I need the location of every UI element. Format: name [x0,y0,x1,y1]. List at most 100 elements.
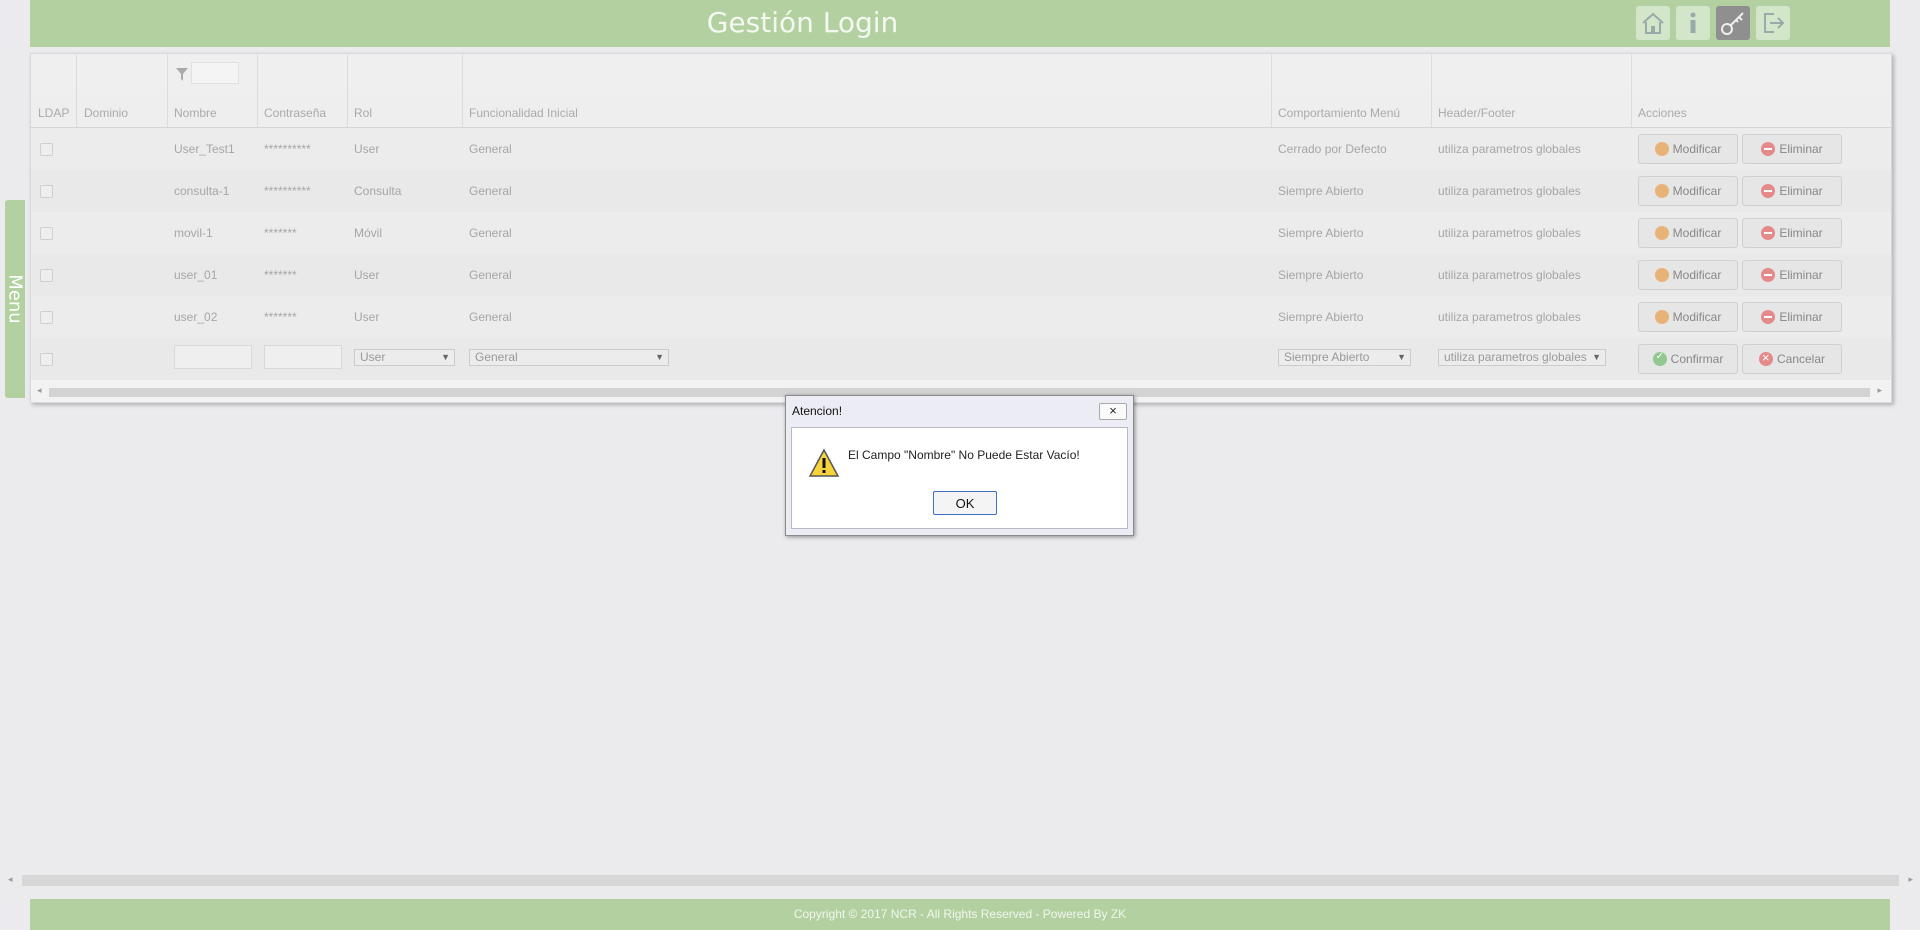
side-menu-tab[interactable]: Menu [5,200,26,398]
table-row: user_02 ******* User General Siempre Abi… [31,296,1891,338]
cancel-label: Cancelar [1776,352,1826,366]
delete-button[interactable]: Eliminar [1742,176,1842,206]
ldap-checkbox[interactable] [40,353,53,366]
funcionalidad-select[interactable]: General ▼ [469,349,669,366]
confirm-button[interactable]: Confirmar [1638,344,1738,374]
col-header-funcionalidad[interactable]: Funcionalidad Inicial [469,106,578,120]
minus-circle-icon [1761,184,1776,198]
cell-nombre: User_Test1 [174,142,235,156]
logout-button[interactable] [1756,6,1790,40]
delete-button[interactable]: Eliminar [1742,260,1842,290]
minus-circle-icon [1761,310,1776,324]
minus-circle-icon [1761,142,1776,156]
ldap-checkbox[interactable] [40,311,53,324]
password-input[interactable] [264,345,342,369]
ldap-checkbox[interactable] [40,269,53,282]
scroll-right-icon[interactable]: ▸ [1877,385,1882,396]
scrollbar-thumb[interactable] [22,875,1899,886]
scroll-left-icon[interactable]: ◂ [8,874,13,885]
delete-label: Eliminar [1779,142,1823,156]
col-separator [76,54,77,127]
cell-rol: Móvil [354,226,383,240]
cell-password: ******* [264,226,297,240]
confirm-label: Confirmar [1670,352,1724,366]
cell-comportamiento: Siempre Abierto [1278,226,1364,240]
delete-label: Eliminar [1779,310,1823,324]
delete-label: Eliminar [1779,226,1823,240]
col-separator [347,54,348,127]
ldap-checkbox[interactable] [40,227,53,240]
page-horizontal-scrollbar[interactable]: ◂ ▸ [8,874,1913,887]
ldap-checkbox[interactable] [40,143,53,156]
col-separator [167,54,168,127]
copyright-text: Copyright © 2017 NCR - All Rights Reserv… [793,907,1127,921]
logout-icon [1764,13,1785,33]
pencil-icon [1654,226,1669,240]
dropdown-arrow-icon: ▼ [1592,352,1601,362]
modify-button[interactable]: Modificar [1638,218,1738,248]
ok-button[interactable]: OK [933,491,997,515]
header-footer-select-value: utiliza parametros globales [1444,350,1587,364]
modify-label: Modificar [1672,310,1722,324]
col-header-ldap[interactable]: LDAP [38,106,69,120]
minus-circle-icon [1761,268,1776,282]
col-header-rol[interactable]: Rol [354,106,372,120]
rol-select[interactable]: User ▼ [354,349,455,366]
info-icon [1690,12,1696,33]
delete-button[interactable]: Eliminar [1742,218,1842,248]
col-header-comportamiento[interactable]: Comportamiento Menú [1278,106,1400,120]
modify-label: Modificar [1672,142,1722,156]
scroll-left-icon[interactable]: ◂ [37,385,42,396]
delete-button[interactable]: Eliminar [1742,134,1842,164]
cell-nombre: consulta-1 [174,184,230,198]
col-separator [257,54,258,127]
cell-funcionalidad: General [469,142,512,156]
modify-button[interactable]: Modificar [1638,302,1738,332]
dropdown-arrow-icon: ▼ [441,352,450,362]
cell-rol: User [354,310,380,324]
comportamiento-select[interactable]: Siempre Abierto ▼ [1278,349,1411,366]
rol-select-value: User [360,350,386,364]
col-header-dominio[interactable]: Dominio [84,106,128,120]
x-circle-icon [1758,350,1773,366]
col-header-contrasena[interactable]: Contraseña [264,106,326,120]
comportamiento-select-value: Siempre Abierto [1284,350,1370,364]
cell-password: ******* [264,268,297,282]
col-separator [1631,54,1632,127]
delete-button[interactable]: Eliminar [1742,302,1842,332]
col-header-acciones: Acciones [1638,106,1687,120]
modify-button[interactable]: Modificar [1638,134,1738,164]
footer-bar: Copyright © 2017 NCR - All Rights Reserv… [30,899,1890,930]
header-footer-select[interactable]: utiliza parametros globales ▼ [1438,349,1606,366]
cell-comportamiento: Siempre Abierto [1278,310,1364,324]
key-button[interactable] [1716,6,1750,40]
modify-button[interactable]: Modificar [1638,176,1738,206]
info-button[interactable] [1676,6,1710,40]
new-entry-row: User ▼ General ▼ Siempre Abierto ▼ utiliza … [31,338,1891,380]
warning-icon [808,448,840,477]
scroll-right-icon[interactable]: ▸ [1908,874,1913,885]
cell-rol: User [354,268,380,282]
modify-button[interactable]: Modificar [1638,260,1738,290]
dropdown-arrow-icon: ▼ [1397,352,1406,362]
pencil-icon [1654,184,1669,198]
cancel-button[interactable]: Cancelar [1742,344,1842,374]
col-header-header-footer[interactable]: Header/Footer [1438,106,1515,120]
nombre-input[interactable] [174,345,252,369]
cell-nombre: user_02 [174,310,218,324]
minus-circle-icon [1761,226,1776,240]
home-button[interactable] [1636,6,1670,40]
name-filter-input[interactable] [191,62,239,84]
delete-label: Eliminar [1779,184,1823,198]
cell-comportamiento: Siempre Abierto [1278,184,1364,198]
cell-funcionalidad: General [469,184,512,198]
cell-password: ********** [264,142,311,156]
table-row: consulta-1 ********** Consulta General S… [31,170,1891,212]
cell-rol: Consulta [354,184,402,198]
dialog-close-button[interactable]: × [1099,403,1127,420]
col-separator [1431,54,1432,127]
ldap-checkbox[interactable] [40,185,53,198]
dialog-title: Atencion! [792,404,843,418]
key-icon [1721,12,1744,35]
col-header-nombre[interactable]: Nombre [174,106,217,120]
